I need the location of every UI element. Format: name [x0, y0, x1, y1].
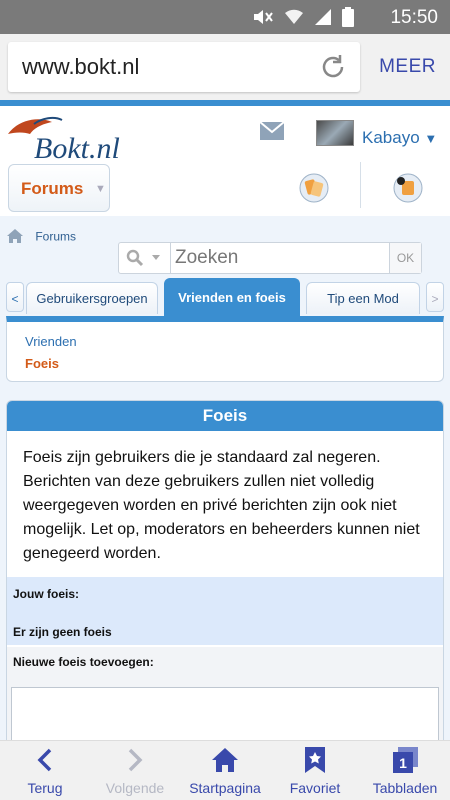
- status-bar: 15:50: [0, 0, 450, 34]
- panel-title: Foeis: [7, 401, 443, 431]
- back-label: Terug: [27, 780, 63, 796]
- add-foes-input[interactable]: [11, 687, 439, 740]
- search-input[interactable]: [175, 245, 385, 271]
- forums-menu-button[interactable]: Forums ▼: [8, 164, 110, 212]
- tab-vrienden-en-foeis[interactable]: Vrienden en foeis: [164, 278, 300, 320]
- user-avatar[interactable]: [316, 120, 354, 146]
- reload-icon[interactable]: [318, 52, 348, 87]
- breadcrumb: Forums: [6, 228, 76, 247]
- tabs-button[interactable]: 1 Tabbladen: [360, 741, 450, 800]
- tabs-next-button[interactable]: >: [426, 282, 444, 312]
- favorites-label: Favoriet: [289, 780, 341, 796]
- bookmark-star-icon: [270, 747, 360, 773]
- search-icon[interactable]: [119, 243, 171, 273]
- forward-arrow-icon: [90, 747, 180, 773]
- signal-icon: [314, 8, 332, 31]
- url-text[interactable]: www.bokt.nl: [22, 54, 139, 80]
- alerts-icon[interactable]: [392, 172, 424, 209]
- browser-menu-button[interactable]: MEER: [379, 56, 436, 78]
- forward-label: Volgende: [105, 780, 165, 796]
- search-box: OK: [118, 242, 422, 274]
- header-divider: [360, 162, 361, 208]
- add-foes-section: Nieuwe foeis toevoegen:: [7, 647, 443, 740]
- tabs-prev-button[interactable]: <: [6, 282, 24, 312]
- user-menu[interactable]: Kabayo ▼: [362, 128, 437, 148]
- home-nav-icon: [180, 747, 270, 773]
- tabs-label: Tabbladen: [372, 780, 438, 796]
- panel-description: Foeis zijn gebruikers die je standaard z…: [23, 449, 420, 562]
- tabs-icon: 1: [360, 747, 450, 773]
- subnav-foes-link[interactable]: Foeis: [25, 356, 59, 371]
- mail-icon[interactable]: [259, 121, 285, 145]
- logo-text: Bokt.nl: [34, 132, 120, 164]
- search-submit-button[interactable]: OK: [389, 243, 421, 273]
- site-header: Bokt.nl Kabayo ▼ Forums ▼: [0, 106, 450, 216]
- back-arrow-icon: [0, 747, 90, 773]
- wifi-icon: [284, 8, 304, 31]
- browser-bottom-nav: Terug Volgende Startpagina Favoriet 1 Ta…: [0, 740, 450, 800]
- battery-icon: [342, 7, 354, 32]
- home-button[interactable]: Startpagina: [180, 741, 270, 800]
- tab-bar: < Gebruikersgroepen Vrienden en foeis Ti…: [0, 278, 450, 320]
- forums-caret-icon: ▼: [95, 183, 106, 195]
- sub-navigation: Vrienden Foeis: [6, 316, 444, 382]
- address-bar[interactable]: www.bokt.nl: [8, 42, 360, 92]
- tab-count: 1: [399, 755, 407, 771]
- discussions-icon[interactable]: [298, 172, 330, 209]
- favorites-button[interactable]: Favoriet: [270, 741, 360, 800]
- add-foes-label: Nieuwe foeis toevoegen:: [13, 655, 154, 669]
- subnav-friends-link[interactable]: Vrienden: [25, 334, 77, 349]
- home-icon[interactable]: [6, 228, 24, 247]
- forward-button[interactable]: Volgende: [90, 741, 180, 800]
- user-caret-icon: ▼: [424, 131, 438, 146]
- bokt-logo[interactable]: Bokt.nl: [4, 112, 144, 169]
- no-foes-text: Er zijn geen foeis: [13, 625, 112, 639]
- home-label: Startpagina: [189, 780, 261, 796]
- browser-toolbar: www.bokt.nl MEER: [0, 34, 450, 100]
- mute-icon: [252, 8, 274, 31]
- tab-tip-een-mod[interactable]: Tip een Mod: [306, 282, 420, 314]
- breadcrumb-forums-link[interactable]: Forums: [35, 230, 76, 244]
- your-foes-label: Jouw foeis:: [13, 587, 80, 601]
- foes-panel: Foeis Foeis zijn gebruikers die je stand…: [6, 400, 444, 740]
- your-foes-section: Jouw foeis: Er zijn geen foeis: [7, 577, 443, 645]
- forums-label: Forums: [21, 179, 84, 198]
- tab-gebruikersgroepen[interactable]: Gebruikersgroepen: [26, 282, 158, 314]
- back-button[interactable]: Terug: [0, 741, 90, 800]
- status-time: 15:50: [390, 7, 438, 28]
- site-content: Bokt.nl Kabayo ▼ Forums ▼ Forums Zoeken …: [0, 100, 450, 740]
- username-label: Kabayo: [362, 128, 420, 147]
